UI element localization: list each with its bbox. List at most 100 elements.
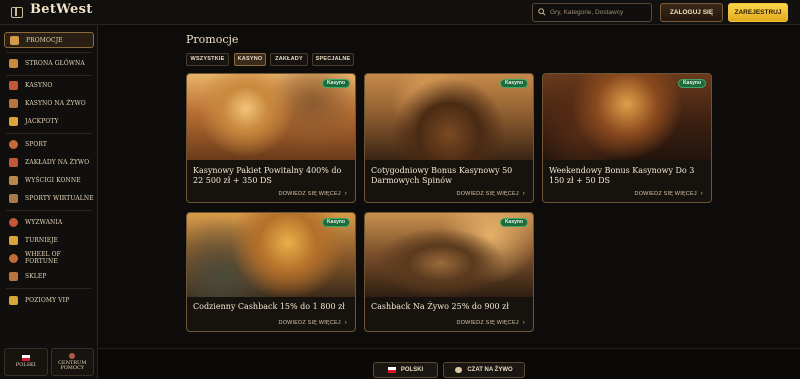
sidebar-item-wheel-of-fortune[interactable]: WHEEL OF FORTUNE xyxy=(4,250,94,266)
chevron-right-icon: › xyxy=(522,320,525,326)
help-label: CENTRUM POMOCY xyxy=(58,359,87,371)
learn-more-link[interactable]: DOWIEDZ SIĘ WIĘCEJ › xyxy=(457,191,525,197)
poland-flag-icon xyxy=(387,367,396,373)
divider xyxy=(6,75,92,76)
tab-kasyno[interactable]: KASYNO xyxy=(234,53,266,66)
chevron-right-icon: › xyxy=(344,320,347,326)
category-badge: Kasyno xyxy=(321,79,350,88)
coins-icon xyxy=(9,116,18,126)
sidebar-item-poziomy-vip[interactable]: POZIOMY VIP xyxy=(4,292,94,308)
sidebar-item-label: POZIOMY VIP xyxy=(25,296,70,304)
language-label: POLSKI xyxy=(15,362,36,369)
live-chat-button[interactable]: CZAT NA ŻYWO xyxy=(443,362,525,378)
tab-zaklady[interactable]: ZAKŁADY xyxy=(270,53,308,66)
learn-more-link[interactable]: DOWIEDZ SIĘ WIĘCEJ › xyxy=(279,320,347,326)
poland-flag-icon xyxy=(21,355,30,362)
logo[interactable]: BetWest xyxy=(30,2,93,17)
footer-bar: POLSKI CZAT NA ŻYWO xyxy=(98,348,800,379)
divider xyxy=(6,288,92,289)
learn-more-link[interactable]: DOWIEDZ SIĘ WIĘCEJ › xyxy=(457,320,525,326)
sidebar-toggle-icon[interactable] xyxy=(11,7,23,18)
learn-more-label: DOWIEDZ SIĘ WIĘCEJ xyxy=(456,320,519,326)
chat-icon xyxy=(455,367,463,373)
promo-card[interactable]: Kasyno Cashback Na Żywo 25% do 900 zł DO… xyxy=(364,212,534,332)
sidebar-item-sklep[interactable]: SKLEP xyxy=(4,268,94,284)
sidebar-item-zaklady-na-zywo[interactable]: ZAKŁADY NA ŻYWO xyxy=(4,154,94,170)
sidebar-item-label: JACKPOTY xyxy=(25,117,59,125)
sidebar-bottom: POLSKI CENTRUM POMOCY xyxy=(4,348,94,376)
promo-card[interactable]: Kasyno Weekendowy Bonus Kasynowy Do 3 15… xyxy=(542,73,712,203)
sidebar-item-label: SPORTY WIRTUALNE xyxy=(25,194,94,202)
divider xyxy=(6,210,92,211)
sidebar-item-home[interactable]: STRONA GŁÓWNA xyxy=(4,55,94,71)
search-icon xyxy=(538,8,546,16)
language-selector[interactable]: POLSKI xyxy=(4,348,48,376)
top-bar: BetWest ZALOGUJ SIĘ ZAREJESTRUJ xyxy=(0,0,800,25)
home-icon xyxy=(9,58,18,68)
sidebar-item-label: ZAKŁADY NA ŻYWO xyxy=(25,158,90,166)
shop-icon xyxy=(9,271,18,281)
learn-more-label: DOWIEDZ SIĘ WIĘCEJ xyxy=(456,191,519,197)
main-content: Promocje WSZYSTKIE KASYNO ZAKŁADY SPECJA… xyxy=(98,25,800,379)
sidebar-item-sporty-wirtualne[interactable]: SPORTY WIRTUALNE xyxy=(4,190,94,206)
category-badge: Kasyno xyxy=(499,218,528,227)
sidebar-item-wyzwania[interactable]: WYZWANIA xyxy=(4,214,94,230)
trophy-icon xyxy=(9,235,18,245)
sidebar-item-wyscigi-konne[interactable]: WYŚCIGI KONNE xyxy=(4,172,94,188)
ball-icon xyxy=(9,139,18,149)
footer-language-label: POLSKI xyxy=(400,367,424,373)
page-title: Promocje xyxy=(186,33,239,46)
sidebar-item-sport[interactable]: SPORT xyxy=(4,136,94,152)
category-badge: Kasyno xyxy=(677,79,706,88)
learn-more-link[interactable]: DOWIEDZ SIĘ WIĘCEJ › xyxy=(279,191,347,197)
sidebar-item-label: WHEEL OF FORTUNE xyxy=(25,251,61,265)
divider xyxy=(6,133,92,134)
learn-more-label: DOWIEDZ SIĘ WIĘCEJ xyxy=(278,191,341,197)
promo-card[interactable]: Kasyno Cotygodniowy Bonus Kasynowy 50 Da… xyxy=(364,73,534,203)
promo-title: Cotygodniowy Bonus Kasynowy 50 Darmowych… xyxy=(371,166,513,185)
search-input[interactable] xyxy=(550,6,648,19)
footer-language-button[interactable]: POLSKI xyxy=(373,362,438,378)
sidebar-item-label: PROMOCJE xyxy=(26,36,63,44)
promo-title: Cashback Na Żywo 25% do 900 zł xyxy=(371,302,509,311)
target-icon xyxy=(9,217,18,227)
sidebar-item-label: SKLEP xyxy=(25,272,47,280)
sidebar-item-promocje[interactable]: PROMOCJE xyxy=(4,32,94,48)
promo-card[interactable]: Kasyno Codzienny Cashback 15% do 1 800 z… xyxy=(186,212,356,332)
sidebar-item-label: TURNIEJE xyxy=(25,236,59,244)
sidebar-item-label: SPORT xyxy=(25,140,47,148)
dealer-icon xyxy=(9,98,18,108)
chevron-right-icon: › xyxy=(344,191,347,197)
crown-icon xyxy=(9,295,18,305)
learn-more-link[interactable]: DOWIEDZ SIĘ WIĘCEJ › xyxy=(635,191,703,197)
tab-wszystkie[interactable]: WSZYSTKIE xyxy=(186,53,229,66)
register-button[interactable]: ZAREJESTRUJ xyxy=(728,3,788,22)
sidebar-item-jackpoty[interactable]: JACKPOTY xyxy=(4,113,94,129)
sidebar-item-label: STRONA GŁÓWNA xyxy=(25,59,85,67)
login-button[interactable]: ZALOGUJ SIĘ xyxy=(660,3,723,22)
live-icon xyxy=(9,157,18,167)
promo-title: Codzienny Cashback 15% do 1 800 zł xyxy=(193,302,345,311)
promo-title: Weekendowy Bonus Kasynowy Do 3 150 zł + … xyxy=(549,166,695,185)
sidebar-item-kasyno[interactable]: KASYNO xyxy=(4,77,94,93)
sidebar-item-kasyno-na-zywo[interactable]: KASYNO NA ŻYWO xyxy=(4,95,94,111)
live-chat-label: CZAT NA ŻYWO xyxy=(467,367,513,373)
learn-more-label: DOWIEDZ SIĘ WIĘCEJ xyxy=(634,191,697,197)
joystick-icon xyxy=(9,193,18,203)
chevron-right-icon: › xyxy=(522,191,525,197)
tab-specjalne[interactable]: SPECJALNE xyxy=(312,53,354,66)
search-box[interactable] xyxy=(532,3,652,22)
sidebar: PROMOCJE STRONA GŁÓWNA KASYNO KASYNO NA … xyxy=(0,25,98,379)
divider xyxy=(6,52,92,53)
promo-card[interactable]: Kasyno Kasynowy Pakiet Powitalny 400% do… xyxy=(186,73,356,203)
sidebar-item-turnieje[interactable]: TURNIEJE xyxy=(4,232,94,248)
wheel-icon xyxy=(9,253,18,263)
category-badge: Kasyno xyxy=(499,79,528,88)
help-icon xyxy=(69,352,76,359)
horse-icon xyxy=(9,175,18,185)
cards-icon xyxy=(9,80,18,90)
category-badge: Kasyno xyxy=(321,218,350,227)
gift-icon xyxy=(10,35,19,45)
sidebar-item-label: WYŚCIGI KONNE xyxy=(25,176,81,184)
help-center-button[interactable]: CENTRUM POMOCY xyxy=(50,348,94,376)
